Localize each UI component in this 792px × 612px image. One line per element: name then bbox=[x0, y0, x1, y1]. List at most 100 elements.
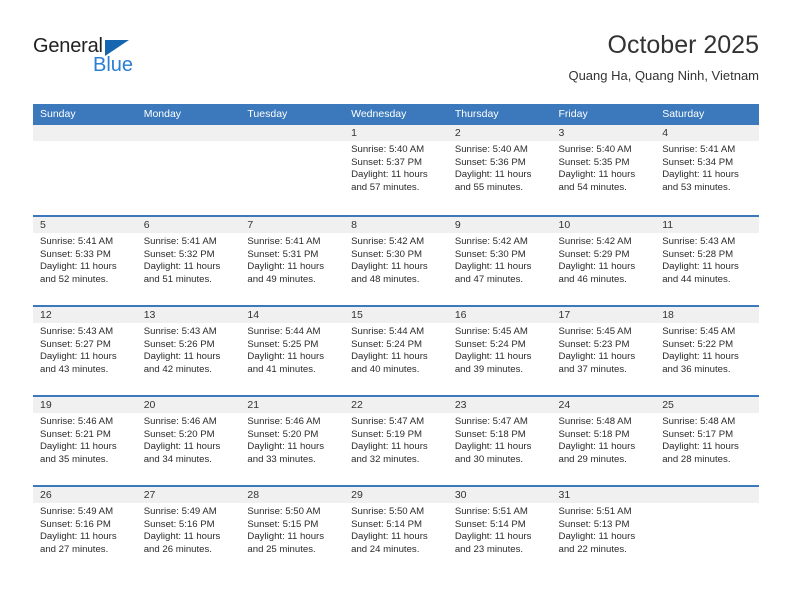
day-number: 10 bbox=[551, 217, 656, 233]
calendar-day-cell[interactable]: 15 Sunrise: 5:44 AM Sunset: 5:24 PM Dayligh… bbox=[344, 307, 448, 395]
day-detail-line: Sunrise: 5:45 AM bbox=[454, 326, 528, 337]
calendar-week-row: 5 Sunrise: 5:41 AM Sunset: 5:33 PM Daylight… bbox=[33, 215, 759, 305]
day-detail-line: and 32 minutes. bbox=[351, 453, 420, 465]
calendar-week-row: 19 Sunrise: 5:46 AM Sunset: 5:21 PM Dayligh… bbox=[33, 395, 759, 485]
page-header: General Blue October 2025 Quang Ha, Quan… bbox=[33, 30, 759, 92]
calendar-day-cell[interactable]: 26 Sunrise: 5:49 AM Sunset: 5:16 PM Dayligh… bbox=[33, 487, 137, 575]
calendar-day-cell[interactable]: 2 Sunrise: 5:40 AM Sunset: 5:36 PM Daylight… bbox=[447, 125, 552, 215]
day-detail-line: Sunrise: 5:40 AM bbox=[558, 144, 632, 155]
calendar-day-cell[interactable]: 30 Sunrise: 5:51 AM Sunset: 5:14 PM Dayligh… bbox=[447, 487, 552, 575]
day-detail-line: Sunset: 5:16 PM bbox=[143, 518, 215, 530]
day-detail: Sunrise: 5:41 AM Sunset: 5:33 PM Daylight:… bbox=[33, 233, 137, 286]
day-detail-line: Daylight: 11 hours bbox=[351, 531, 428, 543]
day-number: 24 bbox=[551, 397, 656, 413]
day-detail-line: Sunset: 5:34 PM bbox=[662, 156, 734, 168]
day-detail-line: Daylight: 11 hours bbox=[454, 351, 532, 363]
day-detail-line: Daylight: 11 hours bbox=[143, 261, 221, 273]
calendar-day-cell[interactable]: 20 Sunrise: 5:46 AM Sunset: 5:20 PM Dayligh… bbox=[136, 397, 241, 485]
day-number: 12 bbox=[33, 307, 137, 323]
calendar-day-cell[interactable]: 17 Sunrise: 5:45 AM Sunset: 5:23 PM Dayligh… bbox=[551, 307, 656, 395]
day-detail: Sunrise: 5:47 AM Sunset: 5:19 PM Daylight:… bbox=[344, 413, 448, 466]
day-detail-line: Sunset: 5:24 PM bbox=[454, 338, 526, 350]
day-detail: Sunrise: 5:41 AM Sunset: 5:34 PM Daylight:… bbox=[655, 141, 759, 194]
day-detail: Sunrise: 5:51 AM Sunset: 5:13 PM Daylight:… bbox=[552, 503, 656, 556]
day-detail-line: Sunrise: 5:51 AM bbox=[454, 506, 528, 517]
day-number: 26 bbox=[33, 487, 137, 503]
day-detail-line: and 53 minutes. bbox=[662, 181, 731, 193]
day-number: 22 bbox=[344, 397, 448, 413]
day-detail-line: and 51 minutes. bbox=[143, 273, 212, 285]
day-detail-line: Sunrise: 5:41 AM bbox=[143, 236, 217, 247]
day-detail-line: Sunrise: 5:41 AM bbox=[247, 236, 321, 247]
calendar-day-cell[interactable]: 24 Sunrise: 5:48 AM Sunset: 5:18 PM Dayligh… bbox=[551, 397, 656, 485]
day-detail-line: Sunset: 5:28 PM bbox=[662, 248, 734, 260]
day-detail-line: Daylight: 11 hours bbox=[40, 261, 117, 273]
day-detail-line: Daylight: 11 hours bbox=[40, 351, 117, 363]
day-detail-line: Daylight: 11 hours bbox=[454, 531, 532, 543]
day-detail-line: and 46 minutes. bbox=[558, 273, 627, 285]
day-number: 5 bbox=[33, 217, 137, 233]
day-detail-line: and 25 minutes. bbox=[247, 543, 316, 555]
day-detail-line: Sunrise: 5:50 AM bbox=[247, 506, 321, 517]
day-detail-line: Sunrise: 5:49 AM bbox=[143, 506, 217, 517]
day-detail-line: Sunset: 5:23 PM bbox=[558, 338, 630, 350]
calendar-day-cell[interactable]: 9 Sunrise: 5:42 AM Sunset: 5:30 PM Daylight… bbox=[447, 217, 552, 305]
calendar-day-cell[interactable]: 8 Sunrise: 5:42 AM Sunset: 5:30 PM Daylight… bbox=[344, 217, 448, 305]
calendar-day-cell[interactable]: 21 Sunrise: 5:46 AM Sunset: 5:20 PM Dayligh… bbox=[240, 397, 345, 485]
day-detail-line: Sunrise: 5:43 AM bbox=[40, 326, 114, 337]
calendar-day-cell[interactable]: 4 Sunrise: 5:41 AM Sunset: 5:34 PM Daylight… bbox=[655, 125, 759, 215]
calendar-day-cell[interactable]: 10 Sunrise: 5:42 AM Sunset: 5:29 PM Dayligh… bbox=[551, 217, 656, 305]
day-detail: Sunrise: 5:47 AM Sunset: 5:18 PM Daylight:… bbox=[448, 413, 552, 466]
calendar-day-cell[interactable]: 3 Sunrise: 5:40 AM Sunset: 5:35 PM Daylight… bbox=[551, 125, 656, 215]
weekday-header-friday: Friday bbox=[558, 108, 588, 120]
day-detail-line: Sunrise: 5:41 AM bbox=[40, 236, 114, 247]
day-number bbox=[136, 125, 241, 141]
calendar-day-cell[interactable]: 7 Sunrise: 5:41 AM Sunset: 5:31 PM Daylight… bbox=[240, 217, 345, 305]
day-detail-line: Sunrise: 5:48 AM bbox=[558, 416, 632, 427]
day-detail-line: Sunrise: 5:42 AM bbox=[558, 236, 632, 247]
calendar-day-cell-empty bbox=[136, 125, 241, 215]
calendar-day-cell[interactable]: 1 Sunrise: 5:40 AM Sunset: 5:37 PM Daylight… bbox=[344, 125, 448, 215]
calendar-day-cell[interactable]: 29 Sunrise: 5:50 AM Sunset: 5:14 PM Dayligh… bbox=[344, 487, 448, 575]
day-detail-line: Sunrise: 5:41 AM bbox=[662, 144, 736, 155]
day-detail-line: Sunset: 5:31 PM bbox=[247, 248, 319, 260]
day-number bbox=[655, 487, 759, 503]
day-number: 20 bbox=[136, 397, 241, 413]
day-detail-line: Daylight: 11 hours bbox=[558, 531, 636, 543]
calendar-day-cell-empty bbox=[655, 487, 759, 575]
day-detail bbox=[240, 141, 344, 144]
calendar-day-cell[interactable]: 23 Sunrise: 5:47 AM Sunset: 5:18 PM Dayligh… bbox=[447, 397, 552, 485]
calendar-day-cell[interactable]: 18 Sunrise: 5:45 AM Sunset: 5:22 PM Dayligh… bbox=[655, 307, 759, 395]
day-detail-line: Sunset: 5:22 PM bbox=[662, 338, 734, 350]
day-detail-line: Daylight: 11 hours bbox=[40, 531, 117, 543]
weekday-header-saturday: Saturday bbox=[662, 108, 705, 120]
calendar-day-cell[interactable]: 31 Sunrise: 5:51 AM Sunset: 5:13 PM Dayligh… bbox=[551, 487, 656, 575]
day-detail: Sunrise: 5:51 AM Sunset: 5:14 PM Daylight:… bbox=[448, 503, 552, 556]
day-detail-line: Daylight: 11 hours bbox=[454, 169, 532, 181]
day-detail-line: and 37 minutes. bbox=[558, 363, 627, 375]
day-detail: Sunrise: 5:41 AM Sunset: 5:31 PM Daylight:… bbox=[240, 233, 344, 286]
day-detail: Sunrise: 5:44 AM Sunset: 5:25 PM Daylight:… bbox=[240, 323, 344, 376]
calendar-day-cell[interactable]: 16 Sunrise: 5:45 AM Sunset: 5:24 PM Dayligh… bbox=[447, 307, 552, 395]
day-detail-line: and 36 minutes. bbox=[662, 363, 731, 375]
calendar-day-cell[interactable]: 25 Sunrise: 5:48 AM Sunset: 5:17 PM Dayligh… bbox=[655, 397, 759, 485]
calendar-day-cell[interactable]: 13 Sunrise: 5:43 AM Sunset: 5:26 PM Dayligh… bbox=[136, 307, 241, 395]
day-detail-line: Daylight: 11 hours bbox=[143, 351, 221, 363]
calendar-day-cell[interactable]: 14 Sunrise: 5:44 AM Sunset: 5:25 PM Dayligh… bbox=[240, 307, 345, 395]
day-detail-line: and 35 minutes. bbox=[40, 453, 109, 465]
day-detail: Sunrise: 5:42 AM Sunset: 5:29 PM Daylight:… bbox=[552, 233, 656, 286]
day-detail-line: Sunrise: 5:42 AM bbox=[454, 236, 528, 247]
calendar-day-cell[interactable]: 28 Sunrise: 5:50 AM Sunset: 5:15 PM Dayligh… bbox=[240, 487, 345, 575]
calendar-day-cell[interactable]: 6 Sunrise: 5:41 AM Sunset: 5:32 PM Daylight… bbox=[136, 217, 241, 305]
calendar-day-cell[interactable]: 19 Sunrise: 5:46 AM Sunset: 5:21 PM Dayligh… bbox=[33, 397, 137, 485]
day-detail-line: Sunrise: 5:49 AM bbox=[40, 506, 114, 517]
day-detail-line: and 41 minutes. bbox=[247, 363, 316, 375]
day-detail-line: Daylight: 11 hours bbox=[351, 351, 428, 363]
calendar-day-cell[interactable]: 11 Sunrise: 5:43 AM Sunset: 5:28 PM Dayligh… bbox=[655, 217, 759, 305]
calendar-day-cell[interactable]: 12 Sunrise: 5:43 AM Sunset: 5:27 PM Dayligh… bbox=[33, 307, 137, 395]
calendar-day-cell[interactable]: 22 Sunrise: 5:47 AM Sunset: 5:19 PM Dayligh… bbox=[344, 397, 448, 485]
day-detail-line: and 55 minutes. bbox=[454, 181, 524, 193]
day-detail-line: Sunset: 5:30 PM bbox=[351, 248, 423, 260]
calendar-day-cell[interactable]: 5 Sunrise: 5:41 AM Sunset: 5:33 PM Daylight… bbox=[33, 217, 137, 305]
calendar-day-cell[interactable]: 27 Sunrise: 5:49 AM Sunset: 5:16 PM Dayligh… bbox=[136, 487, 241, 575]
